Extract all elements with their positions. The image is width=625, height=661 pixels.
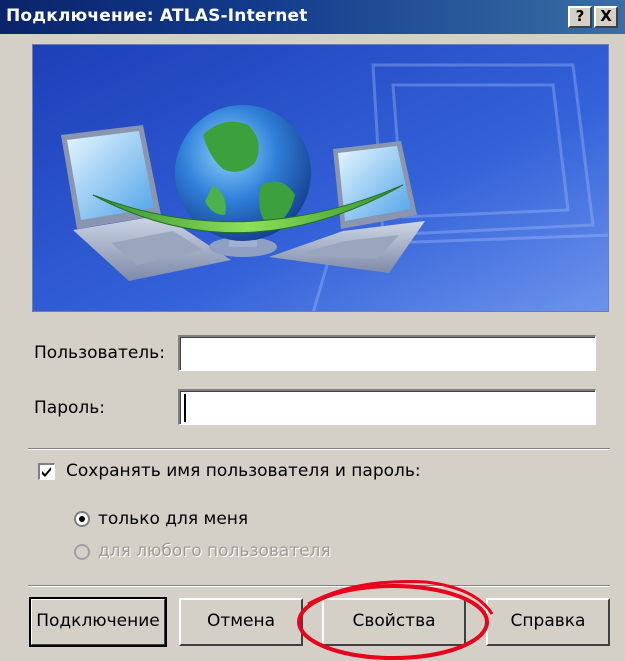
properties-button[interactable]: Свойства [322,598,466,646]
check-icon [42,467,51,477]
connect-dialog: Подключение: ATLAS-Internet ? X Пользова… [0,0,625,661]
radio-dot-icon [79,516,85,522]
help-title-button[interactable]: ? [568,6,592,28]
radio-only-me[interactable] [74,511,90,527]
password-input[interactable] [178,389,596,425]
window-title: Подключение: ATLAS-Internet [6,6,308,26]
network-connection-illustration-icon [33,45,608,311]
radio-anyone-label: для любого пользователя [98,541,331,561]
radio-only-me-label[interactable]: только для меня [98,509,248,529]
save-credentials-label[interactable]: Сохранять имя пользователя и пароль: [66,461,421,481]
help-button[interactable]: Справка [486,598,610,646]
separator-top [28,448,610,450]
username-input[interactable] [178,335,596,371]
separator-bottom [28,585,610,587]
close-button[interactable]: X [594,6,618,28]
radio-anyone [74,544,90,560]
cancel-button[interactable]: Отмена [179,598,303,646]
title-bar[interactable]: Подключение: ATLAS-Internet ? X [0,0,625,34]
password-label: Пароль: [34,398,106,418]
text-caret [184,394,186,422]
connect-button[interactable]: Подключение [29,597,167,647]
user-label: Пользователь: [34,343,165,363]
banner-image [32,44,609,312]
save-credentials-checkbox[interactable] [38,463,55,480]
